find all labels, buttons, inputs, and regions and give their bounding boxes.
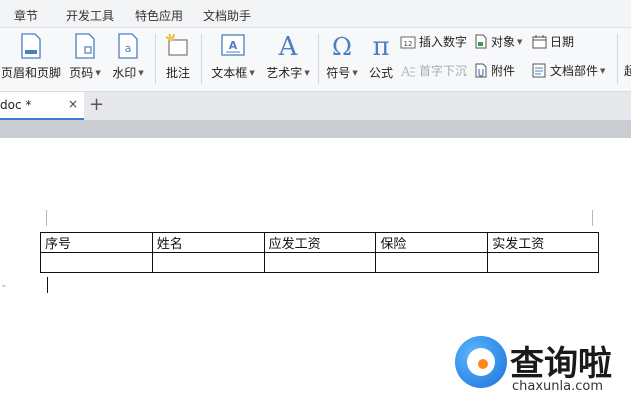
svg-text:π: π <box>372 33 389 59</box>
watermark-dropdown-icon: ▼ <box>138 69 144 77</box>
formula-button[interactable]: π 公式 <box>364 28 398 92</box>
menu-special-apps[interactable]: 特色应用 <box>135 7 183 24</box>
menu-chapter[interactable]: 章节 <box>14 7 38 24</box>
menu-bar: 章节 开发工具 特色应用 文档助手 <box>0 0 631 28</box>
header-footer-label: 页眉和页脚 <box>0 66 61 80</box>
object-button[interactable]: 对象 ▼ <box>474 33 522 51</box>
symbol-dropdown-icon: ▼ <box>352 69 358 77</box>
table-cell[interactable] <box>40 252 153 273</box>
new-tab-plus-icon[interactable]: + <box>89 94 104 115</box>
pi-icon: π <box>368 32 394 62</box>
ribbon-separator <box>318 34 319 84</box>
attachment-label: 附件 <box>491 64 516 78</box>
svg-text:A: A <box>229 39 238 52</box>
table-header-cell[interactable]: 姓名 <box>151 232 265 253</box>
drop-cap-label: 首字下沉 <box>419 64 468 78</box>
svg-text:A: A <box>278 33 299 59</box>
object-label: 对象 <box>491 35 516 49</box>
watermark-icon: a <box>117 33 139 62</box>
word-art-icon: A <box>275 32 301 62</box>
document-page[interactable]: 序号 姓名 应发工资 保险 实发工资 ⌄ 查询啦 chaxunla.com <box>0 138 631 416</box>
comment-icon <box>165 33 191 62</box>
table-row: 序号 姓名 应发工资 保险 实发工资 <box>40 232 599 253</box>
document-tab-strip: doc * × + <box>0 92 631 120</box>
word-art-dropdown-icon: ▼ <box>304 69 310 77</box>
paragraph-mark-icon: ⌄ <box>0 280 8 290</box>
table-cell[interactable] <box>263 252 377 273</box>
attachment-icon <box>474 63 488 81</box>
table-header-cell[interactable]: 序号 <box>40 232 153 253</box>
table-cell[interactable] <box>151 252 265 273</box>
table-header-cell[interactable]: 保险 <box>375 232 489 253</box>
object-icon <box>474 34 488 52</box>
document-tab[interactable]: doc * × <box>0 92 84 120</box>
drop-cap-button[interactable]: A 首字下沉 <box>400 62 467 80</box>
ribbon-separator <box>617 34 618 84</box>
salary-table[interactable]: 序号 姓名 应发工资 保险 实发工资 <box>40 232 599 273</box>
workspace-background <box>0 120 631 138</box>
text-cursor <box>47 277 48 293</box>
svg-text:a: a <box>125 42 132 55</box>
date-button[interactable]: 日期 <box>532 33 574 51</box>
table-cell[interactable] <box>487 252 599 273</box>
insert-number-button[interactable]: 12 插入数字 <box>400 33 467 51</box>
watermark-label: 水印 <box>112 66 137 80</box>
symbol-button[interactable]: Ω 符号 ▼ <box>322 28 362 92</box>
calendar-icon <box>532 35 547 52</box>
svg-text:Ω: Ω <box>332 33 352 59</box>
text-box-button[interactable]: A 文本框 ▼ <box>206 28 260 92</box>
table-cell[interactable] <box>375 252 489 273</box>
doc-parts-button[interactable]: 文档部件 ▼ <box>532 62 605 80</box>
table-row <box>40 252 599 273</box>
drop-cap-icon: A <box>400 64 416 81</box>
margin-corner-mark <box>46 210 47 226</box>
watermark-brand-text: 查询啦 <box>510 344 612 384</box>
insert-number-label: 插入数字 <box>419 35 468 49</box>
svg-text:12: 12 <box>404 40 413 48</box>
symbol-label: 符号 <box>326 66 351 80</box>
comment-button[interactable]: 批注 <box>160 28 196 92</box>
page-header-icon <box>20 33 42 62</box>
magnifier-logo-icon <box>455 336 507 388</box>
header-footer-button[interactable]: 页眉和页脚 <box>0 28 62 92</box>
doc-parts-icon <box>532 63 547 81</box>
menu-developer-tools[interactable]: 开发工具 <box>66 7 114 24</box>
ribbon-separator <box>201 34 202 84</box>
omega-icon: Ω <box>329 33 355 62</box>
table-header-cell[interactable]: 应发工资 <box>263 232 377 253</box>
page-number-label: 页码 <box>69 66 94 80</box>
watermark-url-text: chaxunla.com <box>512 379 603 394</box>
word-art-label: 艺术字 <box>266 66 303 80</box>
formula-label: 公式 <box>368 66 393 80</box>
comment-label: 批注 <box>165 66 190 80</box>
doc-parts-label: 文档部件 <box>550 64 599 78</box>
page-number-dropdown-icon: ▼ <box>95 69 101 77</box>
number-field-icon: 12 <box>400 36 416 52</box>
close-icon[interactable]: × <box>68 97 78 111</box>
word-art-button[interactable]: A 艺术字 ▼ <box>262 28 314 92</box>
page-number-button[interactable]: 页码 ▼ <box>66 28 104 92</box>
watermark-button[interactable]: a 水印 ▼ <box>108 28 148 92</box>
attachment-button[interactable]: 附件 <box>474 62 515 80</box>
table-header-cell[interactable]: 实发工资 <box>487 232 599 253</box>
text-box-dropdown-icon: ▼ <box>249 69 255 77</box>
ribbon-separator <box>155 34 156 84</box>
doc-parts-dropdown-icon: ▼ <box>600 67 606 75</box>
date-label: 日期 <box>550 35 575 49</box>
text-box-label: 文本框 <box>211 66 248 80</box>
page-number-icon <box>74 33 96 62</box>
margin-corner-mark <box>592 210 593 226</box>
document-tab-label: doc * <box>0 98 32 112</box>
ribbon-toolbar: 页眉和页脚 页码 ▼ a 水印 ▼ 批注 A 文本框 ▼ A 艺术字 ▼ Ω 符… <box>0 28 631 92</box>
svg-text:A: A <box>400 65 411 78</box>
text-box-icon: A <box>220 33 246 60</box>
overflow-ribbon-label[interactable]: 超 <box>624 62 631 80</box>
object-dropdown-icon: ▼ <box>517 38 523 46</box>
menu-doc-assistant[interactable]: 文档助手 <box>203 7 251 24</box>
